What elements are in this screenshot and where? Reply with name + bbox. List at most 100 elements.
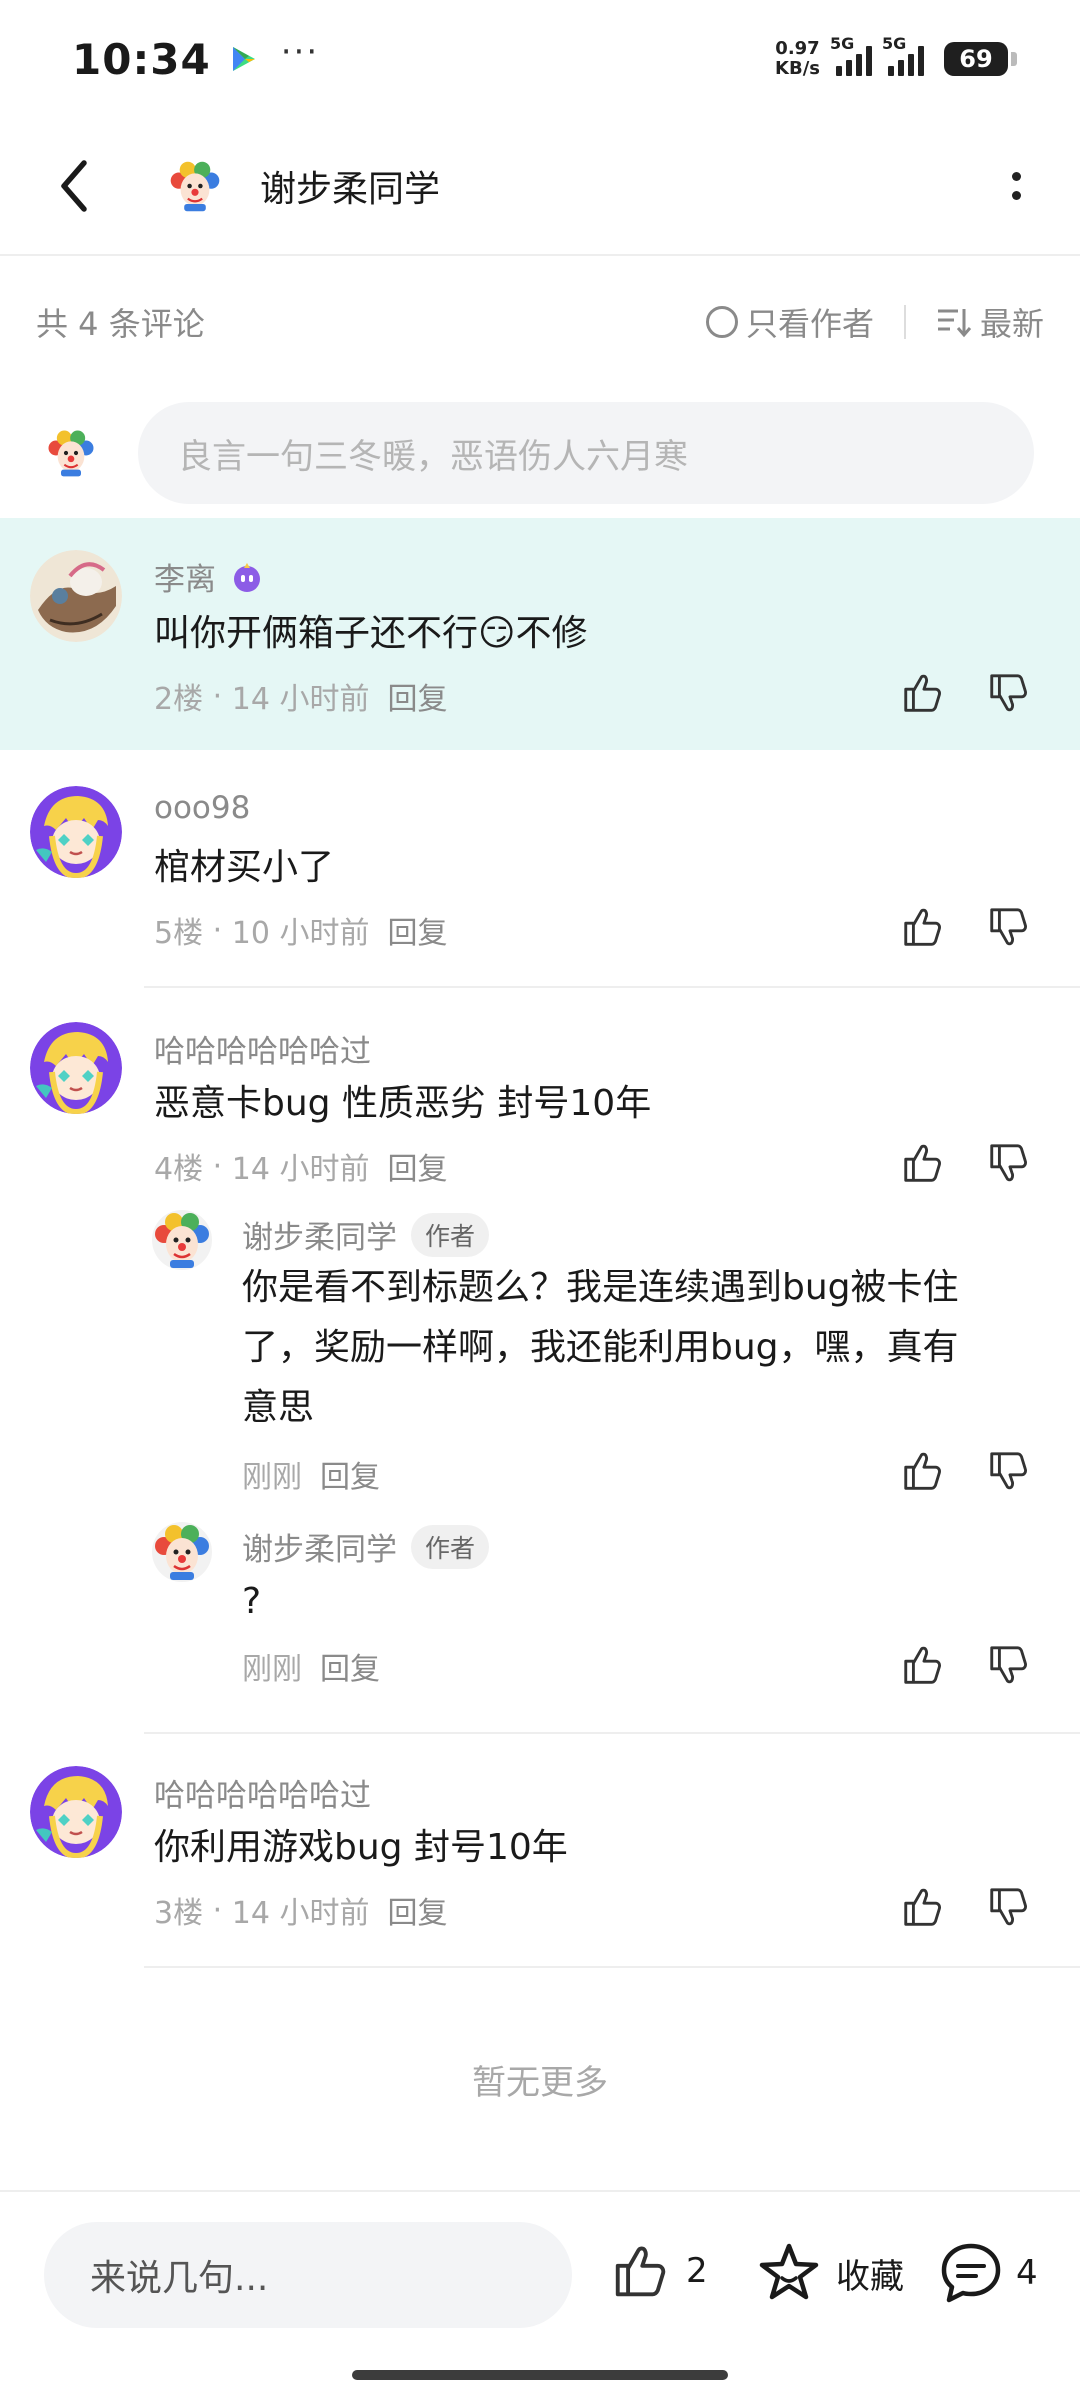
thumb-up-icon (900, 1884, 946, 1930)
dislike-button[interactable] (984, 1640, 1034, 1690)
comment-meta: 5楼 · 10 小时前 回复 (154, 908, 447, 952)
comment-input[interactable]: 良言一句三冬暖，恶语伤人六月寒 (138, 402, 1034, 504)
dot-icon (1011, 172, 1021, 181)
comment-count: 共 4 条评论 (36, 305, 205, 343)
thumb-down-icon (986, 670, 1032, 716)
reply-author[interactable]: 谢步柔同学 作者 (242, 1212, 490, 1257)
reply-author-avatar[interactable] (152, 1210, 212, 1270)
thumb-up-icon (900, 1642, 946, 1688)
thumb-up-icon (610, 2240, 672, 2302)
comment-filter-bar: 共 4 条评论 只看作者 最新 (0, 256, 1080, 388)
dislike-button[interactable] (984, 1882, 1034, 1932)
more-options-button[interactable] (996, 156, 1036, 216)
home-indicator[interactable] (352, 2370, 728, 2380)
star-icon (759, 2243, 819, 2300)
divider (144, 1966, 1080, 1968)
like-button[interactable] (898, 1138, 948, 1188)
like-button[interactable] (898, 668, 948, 718)
top-app-bar: 谢步柔同学 (0, 118, 1080, 256)
dislike-button[interactable] (984, 1446, 1034, 1496)
author-only-label: 只看作者 (745, 305, 874, 343)
like-button[interactable] (898, 1446, 948, 1496)
battery-icon: 69 (944, 42, 1017, 76)
reply-button[interactable]: 回复 (387, 1144, 447, 1188)
my-avatar (46, 428, 96, 478)
comment-meta: 3楼 · 14 小时前 回复 (154, 1888, 447, 1932)
radio-circle-icon (705, 306, 738, 338)
reply-button[interactable]: 回复 (320, 1644, 380, 1688)
filter-controls: 只看作者 最新 (705, 299, 1044, 345)
thumb-down-icon (986, 1642, 1032, 1688)
dislike-button[interactable] (984, 902, 1034, 952)
sort-button[interactable]: 最新 (936, 299, 1044, 345)
status-time: 10:34 (72, 34, 211, 84)
reply-button[interactable]: 回复 (320, 1452, 380, 1496)
author-badge: 作者 (411, 1524, 490, 1569)
favorite-button[interactable]: 收藏 (756, 2240, 904, 2306)
comment-item: ooo98 棺材买小了 5楼 · 10 小时前 回复 (0, 752, 1080, 988)
reply-button[interactable]: 回复 (387, 908, 447, 952)
dislike-button[interactable] (984, 668, 1034, 718)
dot-icon (1011, 191, 1021, 200)
no-more-text: 暂无更多 (472, 2063, 608, 2103)
thumb-up-icon (900, 1140, 946, 1186)
reply-button[interactable]: 回复 (387, 1888, 447, 1932)
thumb-up-icon (900, 904, 946, 950)
like-button[interactable] (898, 902, 948, 952)
author-avatar[interactable] (168, 159, 222, 213)
bottom-action-bar: 来说几句... 2 收藏 4 (0, 2190, 1080, 2400)
network-speed: 0.97 KB/s (775, 38, 820, 79)
thumb-down-icon (986, 1448, 1032, 1494)
divider (903, 305, 906, 339)
signal-sim2-icon: 5G (882, 34, 924, 76)
comment-text: 你利用游戏bug 封号10年 (154, 1827, 568, 1868)
comment-item: 李离 叫你开俩箱子还不行😏不修 2楼 · 14 小时前 回复 (0, 518, 1080, 750)
reply-author[interactable]: 谢步柔同学 作者 (242, 1524, 490, 1569)
reply-author-avatar[interactable] (152, 1522, 212, 1582)
comment-item: 哈哈哈哈哈哈过 恶意卡bug 性质恶劣 封号10年 4楼 · 14 小时前 回复… (0, 988, 1080, 1732)
comments-button[interactable]: 4 (938, 2240, 1038, 2306)
comment-text: 棺材买小了 (154, 847, 335, 888)
comment-text: 恶意卡bug 性质恶劣 封号10年 (154, 1083, 652, 1124)
user-avatar[interactable] (30, 550, 122, 642)
thumb-down-icon (986, 1884, 1032, 1930)
notification-more-icon: ··· (280, 32, 320, 72)
like-post-button[interactable]: 2 (610, 2240, 708, 2302)
comment-input-row: 良言一句三冬暖，恶语伤人六月寒 (0, 388, 1080, 518)
user-avatar[interactable] (30, 1766, 122, 1858)
author-only-toggle[interactable]: 只看作者 (705, 299, 874, 345)
comment-author[interactable]: 哈哈哈哈哈哈过 (154, 1026, 371, 1071)
comment-count-badge: 4 (1016, 2253, 1038, 2293)
comment-text: 叫你开俩箱子还不行😏不修 (154, 613, 588, 654)
badge-icon (234, 562, 260, 592)
reply-text: ? (242, 1581, 262, 1622)
dislike-button[interactable] (984, 1138, 1034, 1188)
bottom-comment-input[interactable]: 来说几句... (44, 2222, 572, 2328)
status-bar: 10:34 ··· 0.97 KB/s 5G 5G 69 (0, 0, 1080, 118)
sort-icon (937, 309, 972, 338)
sort-label: 最新 (979, 305, 1044, 343)
reply-text: 你是看不到标题么？我是连续遇到bug被卡住 了，奖励一样啊，我还能利用bug，嘿… (242, 1267, 959, 1428)
page-title: 谢步柔同学 (260, 169, 441, 210)
back-arrow-icon (61, 160, 87, 212)
user-avatar[interactable] (30, 786, 122, 878)
reply-button[interactable]: 回复 (387, 674, 447, 718)
user-avatar[interactable] (30, 1022, 122, 1114)
status-indicators: 0.97 KB/s 5G 5G 69 (775, 34, 1017, 79)
signal-sim1-icon: 5G (830, 34, 872, 76)
thumb-up-icon (900, 670, 946, 716)
comment-author[interactable]: ooo98 (154, 790, 250, 826)
favorite-label: 收藏 (836, 2256, 904, 2297)
chat-bubble-icon (941, 2243, 1001, 2303)
comment-item: 哈哈哈哈哈哈过 你利用游戏bug 封号10年 3楼 · 14 小时前 回复 (0, 1734, 1080, 1966)
comment-author[interactable]: 李离 (154, 554, 264, 599)
author-badge: 作者 (411, 1212, 490, 1257)
thumb-down-icon (986, 1140, 1032, 1186)
thumb-up-icon (900, 1448, 946, 1494)
comment-meta: 2楼 · 14 小时前 回复 (154, 674, 447, 718)
like-button[interactable] (898, 1640, 948, 1690)
reply-meta: 刚刚 回复 (242, 1644, 380, 1688)
comment-author[interactable]: 哈哈哈哈哈哈过 (154, 1770, 371, 1815)
like-button[interactable] (898, 1882, 948, 1932)
back-button[interactable] (38, 150, 110, 222)
